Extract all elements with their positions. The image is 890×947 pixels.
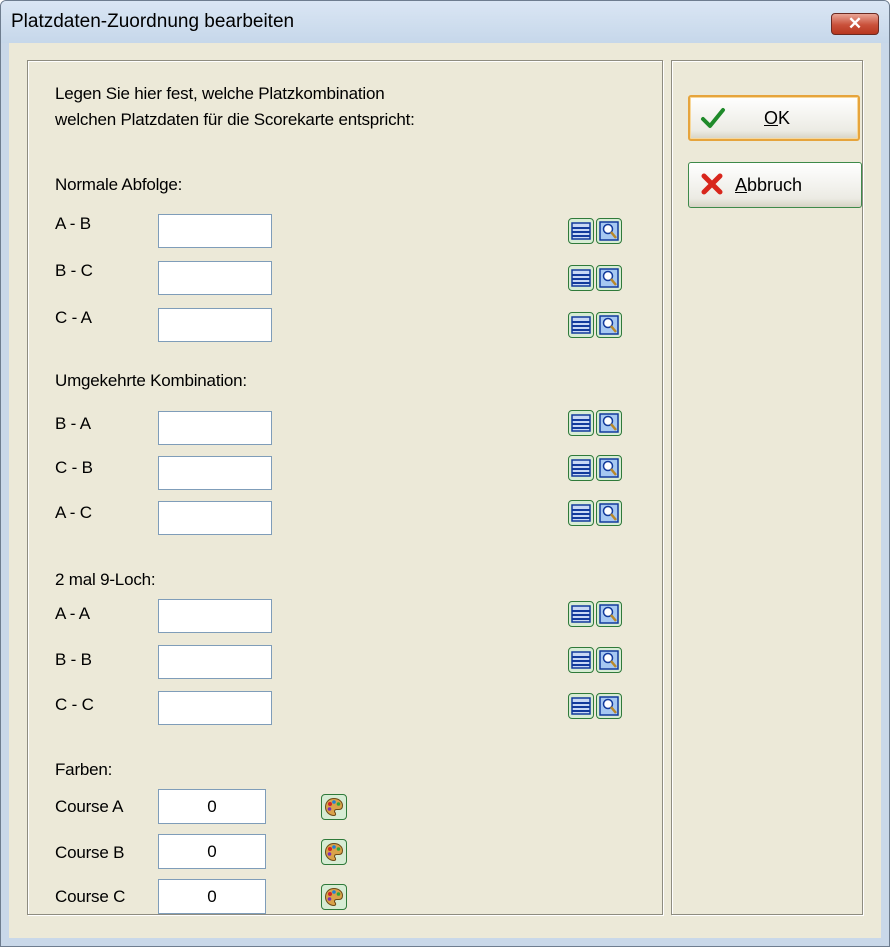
color-picker-button-course-b[interactable] xyxy=(321,839,347,865)
mapping-field-a-b[interactable] xyxy=(158,214,272,248)
row-label-b-a: B - A xyxy=(55,414,91,433)
magnifier-icon xyxy=(599,503,619,523)
dialog-body: Legen Sie hier fest, welche Platzkombina… xyxy=(9,43,881,938)
mapping-field-b-b[interactable] xyxy=(158,645,272,679)
section-title-reverse: Umgekehrte Kombination: xyxy=(55,371,247,390)
search-button-b-a[interactable] xyxy=(596,410,622,436)
database-icon xyxy=(571,605,591,623)
color-field-course-c[interactable] xyxy=(158,879,266,914)
color-picker-button-course-c[interactable] xyxy=(321,884,347,910)
palette-icon xyxy=(324,797,344,817)
row-label-b-b: B - B xyxy=(55,650,92,669)
database-button-a-a[interactable] xyxy=(568,601,594,627)
database-button-c-a[interactable] xyxy=(568,312,594,338)
mapping-field-c-c[interactable] xyxy=(158,691,272,725)
color-field-course-b[interactable] xyxy=(158,834,266,869)
database-icon xyxy=(571,651,591,669)
mapping-field-c-a[interactable] xyxy=(158,308,272,342)
cancel-button-label: Abbruch xyxy=(735,175,803,195)
database-icon xyxy=(571,269,591,287)
database-icon xyxy=(571,414,591,432)
search-button-b-c[interactable] xyxy=(596,265,622,291)
database-icon xyxy=(571,697,591,715)
mapping-panel: Legen Sie hier fest, welche Platzkombina… xyxy=(27,60,663,915)
database-icon xyxy=(571,459,591,477)
action-panel: OK Abbruch xyxy=(671,60,863,915)
mapping-field-a-a[interactable] xyxy=(158,599,272,633)
cancel-button[interactable]: Abbruch xyxy=(688,162,862,208)
database-button-b-c[interactable] xyxy=(568,265,594,291)
database-button-a-b[interactable] xyxy=(568,218,594,244)
section-title-nine-hole: 2 mal 9-Loch: xyxy=(55,570,156,589)
mapping-field-c-b[interactable] xyxy=(158,456,272,490)
search-button-c-c[interactable] xyxy=(596,693,622,719)
magnifier-icon xyxy=(599,268,619,288)
color-picker-button-course-a[interactable] xyxy=(321,794,347,820)
magnifier-icon xyxy=(599,604,619,624)
intro-line-1: Legen Sie hier fest, welche Platzkombina… xyxy=(55,84,385,103)
ok-button-label: OK xyxy=(764,108,791,128)
mapping-field-a-c[interactable] xyxy=(158,501,272,535)
color-label-course-c: Course C xyxy=(55,887,126,906)
cancel-label-rest: bbruch xyxy=(747,175,803,195)
ok-button[interactable]: OK xyxy=(688,95,860,141)
ok-label-rest: K xyxy=(778,108,791,128)
magnifier-icon xyxy=(599,413,619,433)
intro-line-2: welchen Platzdaten für die Scorekarte en… xyxy=(55,110,415,129)
magnifier-icon xyxy=(599,696,619,716)
database-button-b-a[interactable] xyxy=(568,410,594,436)
row-label-c-b: C - B xyxy=(55,458,93,477)
row-label-a-b: A - B xyxy=(55,214,91,233)
color-label-course-a: Course A xyxy=(55,797,124,816)
palette-icon xyxy=(324,887,344,907)
row-label-a-a: A - A xyxy=(55,604,90,623)
row-label-a-c: A - C xyxy=(55,503,92,522)
close-icon: ✕ xyxy=(847,14,863,33)
magnifier-icon xyxy=(599,458,619,478)
search-button-a-c[interactable] xyxy=(596,500,622,526)
close-button[interactable]: ✕ xyxy=(831,13,879,35)
title-bar: Platzdaten-Zuordnung bearbeiten ✕ xyxy=(1,1,889,43)
database-button-a-c[interactable] xyxy=(568,500,594,526)
palette-icon xyxy=(324,842,344,862)
mapping-field-b-a[interactable] xyxy=(158,411,272,445)
row-label-c-a: C - A xyxy=(55,308,92,327)
dialog-window: Platzdaten-Zuordnung bearbeiten ✕ Legen … xyxy=(0,0,890,947)
row-label-c-c: C - C xyxy=(55,695,94,714)
section-title-normal: Normale Abfolge: xyxy=(55,175,183,194)
magnifier-icon xyxy=(599,650,619,670)
mapping-field-b-c[interactable] xyxy=(158,261,272,295)
database-icon xyxy=(571,316,591,334)
color-label-course-b: Course B xyxy=(55,843,125,862)
checkmark-icon xyxy=(701,108,725,128)
magnifier-icon xyxy=(599,221,619,241)
search-button-b-b[interactable] xyxy=(596,647,622,673)
database-icon xyxy=(571,504,591,522)
database-button-c-c[interactable] xyxy=(568,693,594,719)
red-x-icon xyxy=(701,173,723,195)
database-icon xyxy=(571,222,591,240)
search-button-c-a[interactable] xyxy=(596,312,622,338)
color-field-course-a[interactable] xyxy=(158,789,266,824)
search-button-a-a[interactable] xyxy=(596,601,622,627)
database-button-c-b[interactable] xyxy=(568,455,594,481)
magnifier-icon xyxy=(599,315,619,335)
window-title: Platzdaten-Zuordnung bearbeiten xyxy=(11,11,295,32)
section-title-colors: Farben: xyxy=(55,760,113,779)
search-button-c-b[interactable] xyxy=(596,455,622,481)
row-label-b-c: B - C xyxy=(55,261,93,280)
search-button-a-b[interactable] xyxy=(596,218,622,244)
database-button-b-b[interactable] xyxy=(568,647,594,673)
